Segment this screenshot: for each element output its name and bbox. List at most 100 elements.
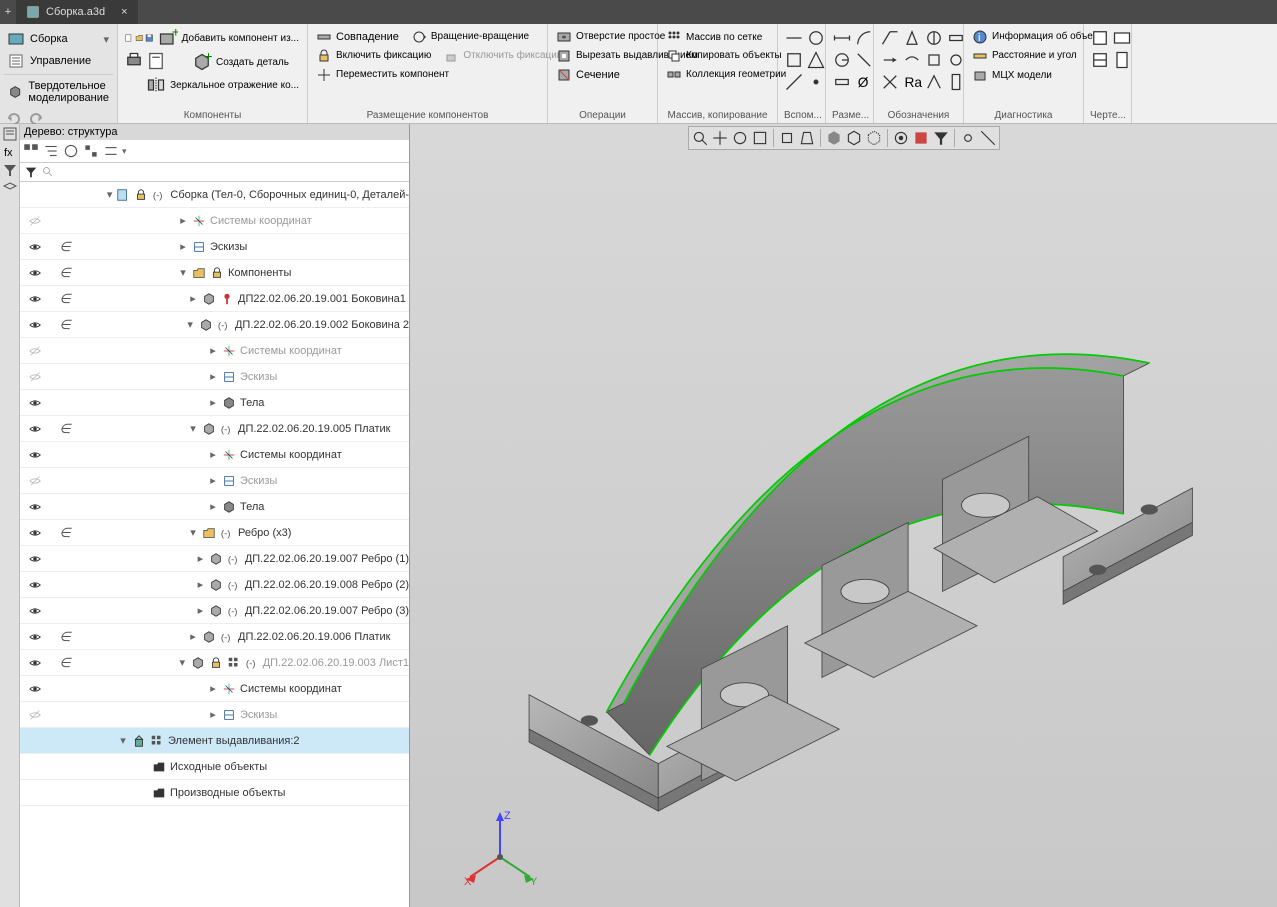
cut-extrude-button[interactable]: Вырезать выдавливанием xyxy=(554,47,651,65)
expander[interactable]: ▸ xyxy=(208,396,218,409)
visibility-icon[interactable] xyxy=(28,318,42,332)
add-component-button[interactable]: + Добавить компонент из... xyxy=(156,28,301,50)
document-tab[interactable]: Сборка.a3d × xyxy=(16,0,138,24)
tree-body[interactable]: ▾(-)Сборка (Тел-0, Сборочных единиц-0, Д… xyxy=(20,182,409,907)
not-icon-1[interactable] xyxy=(880,28,900,48)
tree-row[interactable]: ∈▾Компоненты xyxy=(20,260,409,286)
new-tab-button[interactable]: + xyxy=(0,6,16,18)
expander[interactable]: ▾ xyxy=(107,188,113,201)
visibility-icon[interactable] xyxy=(28,604,42,618)
tree-row[interactable]: ∈▸ДП22.02.06.20.19.001 Боковина1 xyxy=(20,286,409,312)
expander[interactable]: ▸ xyxy=(188,292,198,305)
dim-icon-2[interactable] xyxy=(854,28,874,48)
not-icon-8[interactable] xyxy=(946,50,966,70)
expander[interactable]: ▸ xyxy=(178,214,188,227)
aux-icon-1[interactable] xyxy=(784,28,804,48)
not-icon-12[interactable] xyxy=(946,72,966,92)
dim-icon-3[interactable] xyxy=(832,50,852,70)
aux-icon-2[interactable] xyxy=(806,28,826,48)
tree-mode1-icon[interactable] xyxy=(22,142,40,160)
open-icon[interactable] xyxy=(135,28,144,48)
expander[interactable]: ▸ xyxy=(208,500,218,513)
visibility-icon[interactable] xyxy=(28,344,42,358)
tree-row[interactable]: ▸Тела xyxy=(20,390,409,416)
vt-color-icon[interactable] xyxy=(912,129,930,147)
not-icon-4[interactable] xyxy=(946,28,966,48)
tree-row[interactable]: ∈▸(-)ДП.22.02.06.20.19.006 Платик xyxy=(20,624,409,650)
expander[interactable]: ▾ xyxy=(118,734,128,747)
tree-row[interactable]: ▸Эскизы xyxy=(20,468,409,494)
tree-row[interactable]: ▸(-)ДП.22.02.06.20.19.007 Ребро (1) xyxy=(20,546,409,572)
expander[interactable]: ▸ xyxy=(196,552,205,565)
not-icon-2[interactable] xyxy=(902,28,922,48)
save-icon[interactable] xyxy=(145,28,154,48)
expander[interactable]: ▾ xyxy=(188,422,198,435)
rail-filter-icon[interactable] xyxy=(2,162,18,178)
expander[interactable]: ▾ xyxy=(185,318,195,331)
expander[interactable]: ▸ xyxy=(208,448,218,461)
aux-icon-6[interactable] xyxy=(806,72,826,92)
not-icon-5[interactable] xyxy=(880,50,900,70)
section-button[interactable]: Сечение xyxy=(554,66,651,84)
new-icon[interactable] xyxy=(124,28,133,48)
enable-fix-button[interactable]: Включить фиксацию xyxy=(314,47,433,65)
vt-rotate-icon[interactable] xyxy=(731,129,749,147)
expander[interactable]: ▸ xyxy=(188,630,198,643)
move-component-button[interactable]: Переместить компонент xyxy=(314,66,541,84)
expander[interactable]: ▾ xyxy=(188,526,198,539)
management-button[interactable]: Управление xyxy=(4,50,113,72)
vt-persp-icon[interactable] xyxy=(798,129,816,147)
model-3d[interactable] xyxy=(430,264,1257,867)
not-icon-6[interactable] xyxy=(902,50,922,70)
tree-mode4-icon[interactable] xyxy=(82,142,100,160)
expander[interactable]: ▸ xyxy=(196,604,205,617)
tree-row[interactable]: ∈▸Эскизы xyxy=(20,234,409,260)
tree-row[interactable]: ▸Системы координат xyxy=(20,442,409,468)
tree-row[interactable]: ▸(-)ДП.22.02.06.20.19.007 Ребро (3) xyxy=(20,598,409,624)
dim-icon-1[interactable] xyxy=(832,28,852,48)
draw-icon-3[interactable] xyxy=(1090,50,1110,70)
visibility-icon[interactable] xyxy=(28,682,42,696)
visibility-icon[interactable] xyxy=(28,656,42,670)
visibility-icon[interactable] xyxy=(28,500,42,514)
vt-pan-icon[interactable] xyxy=(711,129,729,147)
vt-clip-icon[interactable] xyxy=(979,129,997,147)
print-icon[interactable] xyxy=(124,51,144,71)
mc-model-button[interactable]: МЦХ модели xyxy=(970,66,1077,84)
expander[interactable]: ▸ xyxy=(208,370,218,383)
visibility-icon[interactable] xyxy=(28,474,42,488)
not-icon-10[interactable]: Ra xyxy=(902,72,922,92)
vt-view-icon[interactable] xyxy=(892,129,910,147)
tree-mode2-icon[interactable] xyxy=(42,142,60,160)
tree-row[interactable]: Производные объекты xyxy=(20,780,409,806)
aux-icon-3[interactable] xyxy=(784,50,804,70)
draw-icon-1[interactable] xyxy=(1090,28,1110,48)
expander[interactable]: ▾ xyxy=(178,656,187,669)
copy-objects-button[interactable]: Копировать объекты xyxy=(664,47,771,65)
expander[interactable]: ▸ xyxy=(178,240,188,253)
close-tab-button[interactable]: × xyxy=(121,6,127,18)
tree-row[interactable]: ∈▾(-)ДП.22.02.06.20.19.002 Боковина 2 xyxy=(20,312,409,338)
visibility-icon[interactable] xyxy=(28,578,42,592)
vt-hidden-icon[interactable] xyxy=(865,129,883,147)
tree-row[interactable]: ▸Эскизы xyxy=(20,702,409,728)
draw-icon-4[interactable] xyxy=(1112,50,1132,70)
props-icon[interactable] xyxy=(146,51,166,71)
not-icon-11[interactable] xyxy=(924,72,944,92)
hole-button[interactable]: Отверстие простое xyxy=(554,28,651,46)
visibility-icon[interactable] xyxy=(28,396,42,410)
visibility-icon[interactable] xyxy=(28,370,42,384)
expander[interactable]: ▸ xyxy=(208,708,218,721)
tree-row[interactable]: ▸Системы координат xyxy=(20,338,409,364)
create-part-button[interactable]: + Создать деталь xyxy=(190,51,291,73)
tree-row[interactable]: ∈▾(-)ДП.22.02.06.20.19.005 Платик xyxy=(20,416,409,442)
visibility-icon[interactable] xyxy=(28,526,42,540)
visibility-icon[interactable] xyxy=(28,448,42,462)
tree-collapse-icon[interactable] xyxy=(102,142,120,160)
dim-icon-6[interactable]: Ø xyxy=(854,72,874,92)
vt-settings-icon[interactable] xyxy=(959,129,977,147)
aux-icon-5[interactable] xyxy=(784,72,804,92)
geom-collection-button[interactable]: Коллекция геометрии xyxy=(664,66,771,84)
tree-row[interactable]: ▸(-)ДП.22.02.06.20.19.008 Ребро (2) xyxy=(20,572,409,598)
not-icon-3[interactable] xyxy=(924,28,944,48)
